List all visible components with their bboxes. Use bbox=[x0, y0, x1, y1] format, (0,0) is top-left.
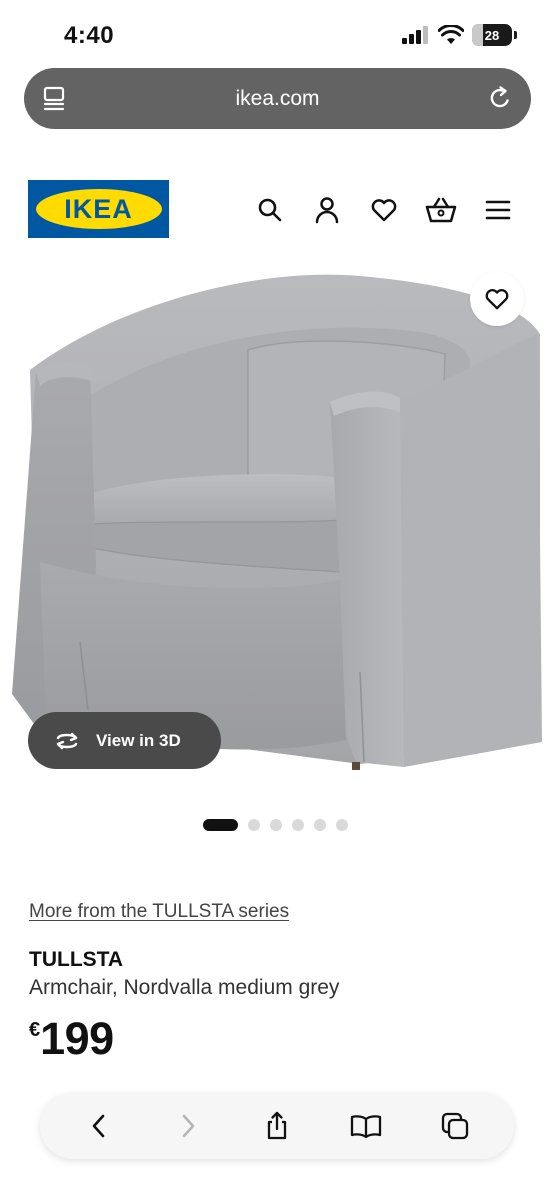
price-currency: € bbox=[29, 1019, 41, 1041]
signal-icon bbox=[402, 26, 428, 44]
tabs-button[interactable] bbox=[433, 1104, 477, 1148]
header-icons bbox=[252, 194, 515, 226]
battery-percent: 28 bbox=[484, 27, 500, 43]
favourites-button[interactable] bbox=[366, 194, 401, 226]
bookmarks-button[interactable] bbox=[344, 1104, 388, 1148]
carousel-dot[interactable] bbox=[248, 819, 260, 831]
carousel-dot[interactable] bbox=[336, 819, 348, 831]
carousel-dot[interactable] bbox=[314, 819, 326, 831]
view-in-3d-button[interactable]: View in 3D bbox=[28, 712, 221, 769]
tabs-icon bbox=[442, 1112, 469, 1140]
carousel-dot[interactable] bbox=[292, 819, 304, 831]
page-menu-icon[interactable] bbox=[42, 85, 68, 111]
battery-tip bbox=[514, 31, 517, 39]
image-carousel-dots bbox=[203, 819, 348, 831]
back-icon bbox=[92, 1114, 104, 1138]
basket-button[interactable] bbox=[423, 194, 458, 226]
series-link[interactable]: More from the TULLSTA series bbox=[29, 901, 289, 923]
heart-icon bbox=[371, 199, 396, 222]
share-button[interactable] bbox=[255, 1104, 299, 1148]
add-to-favourites-button[interactable] bbox=[470, 272, 524, 326]
basket-icon bbox=[425, 197, 456, 223]
forward-button[interactable] bbox=[166, 1104, 210, 1148]
reload-icon[interactable] bbox=[486, 84, 514, 112]
view-in-3d-label: View in 3D bbox=[96, 730, 181, 750]
menu-button[interactable] bbox=[480, 194, 515, 226]
battery-icon: 28 bbox=[472, 24, 512, 46]
status-time: 4:40 bbox=[64, 22, 115, 49]
status-bar: 4:40 28 bbox=[0, 0, 555, 70]
product-name: TULLSTA bbox=[29, 948, 124, 971]
menu-icon bbox=[485, 200, 510, 220]
logo-text: IKEA bbox=[64, 193, 133, 224]
wifi-icon bbox=[438, 25, 464, 44]
back-button[interactable] bbox=[77, 1104, 121, 1148]
browser-toolbar bbox=[40, 1093, 514, 1159]
product-price: € 199 bbox=[29, 1013, 114, 1065]
search-button[interactable] bbox=[252, 194, 287, 226]
forward-icon bbox=[182, 1114, 195, 1138]
ikea-logo[interactable]: IKEA bbox=[28, 180, 169, 238]
product-description: Armchair, Nordvalla medium grey bbox=[29, 976, 340, 999]
address-bar[interactable]: ikea.com bbox=[24, 68, 531, 129]
price-value: 199 bbox=[40, 1013, 114, 1064]
share-icon bbox=[267, 1111, 287, 1140]
rotate-3d-icon bbox=[56, 732, 78, 749]
logo-oval: IKEA bbox=[35, 189, 162, 229]
user-icon bbox=[315, 197, 338, 224]
bookmarks-icon bbox=[351, 1115, 382, 1139]
status-icons: 28 bbox=[402, 24, 517, 46]
carousel-dot[interactable] bbox=[270, 819, 282, 831]
carousel-dot-active[interactable] bbox=[203, 819, 238, 831]
heart-icon bbox=[485, 289, 509, 310]
url-text[interactable]: ikea.com bbox=[235, 87, 319, 111]
account-button[interactable] bbox=[309, 194, 344, 226]
search-icon bbox=[258, 198, 281, 222]
